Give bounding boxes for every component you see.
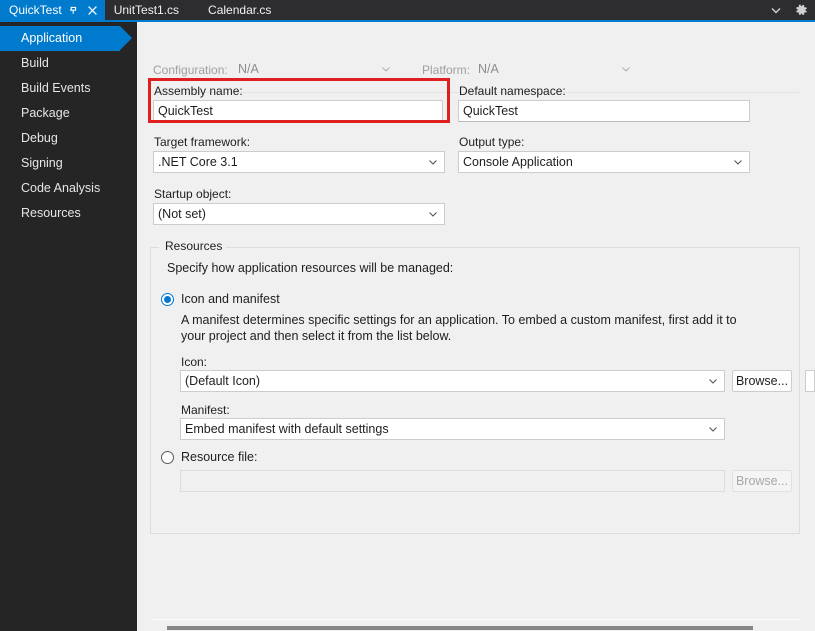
sidebar-item-debug[interactable]: Debug <box>0 126 137 151</box>
sidebar-item-build[interactable]: Build <box>0 51 137 76</box>
icon-browse-button[interactable]: Browse... <box>732 370 792 392</box>
tab-strip-controls <box>768 0 815 20</box>
tab-unittest1-cs[interactable]: UnitTest1.cs <box>104 0 187 20</box>
resource-file-label: Resource file: <box>181 450 258 464</box>
sidebar-item-resources[interactable]: Resources <box>0 201 137 226</box>
tab-quicktest[interactable]: QuickTest <box>0 0 105 20</box>
sidebar-item-application[interactable]: Application <box>0 26 132 51</box>
assembly-name-label: Assembly name: <box>154 84 243 98</box>
chevron-down-icon <box>428 152 438 172</box>
chevron-down-icon <box>708 371 718 391</box>
groupbox-border-left <box>151 247 159 248</box>
target-framework-value: .NET Core 3.1 <box>158 155 238 169</box>
clipped-control-edge <box>805 370 815 392</box>
platform-label: Platform: <box>422 63 471 77</box>
resource-file-input[interactable] <box>180 470 725 492</box>
tab-label: UnitTest1.cs <box>113 3 180 17</box>
target-framework-select[interactable]: .NET Core 3.1 <box>153 151 445 173</box>
radio-icon[interactable] <box>161 451 174 464</box>
horizontal-scrollbar-track[interactable] <box>153 624 799 631</box>
sidebar-item-label: Build <box>21 56 49 70</box>
manifest-select[interactable]: Embed manifest with default settings <box>180 418 725 440</box>
properties-category-sidebar: Application Build Build Events Package D… <box>0 22 137 631</box>
sidebar-item-package[interactable]: Package <box>0 101 137 126</box>
platform-select[interactable]: N/A <box>473 58 638 80</box>
sidebar-item-label: Resources <box>21 206 81 220</box>
tab-label: QuickTest <box>9 3 62 17</box>
configuration-label: Configuration: <box>153 63 228 77</box>
icon-label: Icon: <box>181 355 208 369</box>
editor-tab-strip: QuickTest UnitTest1.cs Calendar.cs <box>0 0 815 20</box>
application-settings-pane: Configuration: N/A Platform: N/A Assembl… <box>137 22 815 631</box>
manifest-label: Manifest: <box>181 403 230 417</box>
sidebar-item-label: Build Events <box>21 81 91 95</box>
sidebar-item-label: Signing <box>21 156 63 170</box>
tab-calendar-cs[interactable]: Calendar.cs <box>186 0 279 20</box>
chevron-down-icon <box>621 59 631 79</box>
bottom-separator <box>153 619 799 620</box>
chevron-down-icon <box>708 419 718 439</box>
configuration-value: N/A <box>238 62 259 76</box>
default-namespace-value: QuickTest <box>463 104 518 118</box>
radio-icon[interactable] <box>161 293 174 306</box>
icon-and-manifest-description: A manifest determines specific settings … <box>181 313 737 343</box>
sidebar-item-label: Application <box>21 31 83 45</box>
output-type-value: Console Application <box>463 155 573 169</box>
horizontal-scrollbar-thumb[interactable] <box>167 626 753 630</box>
icon-and-manifest-label: Icon and manifest <box>181 292 280 306</box>
icon-select[interactable]: (Default Icon) <box>180 370 725 392</box>
output-type-label: Output type: <box>459 135 525 149</box>
resource-file-radio-row[interactable]: Resource file: <box>161 450 257 465</box>
manifest-value: Embed manifest with default settings <box>185 422 389 436</box>
pin-icon[interactable] <box>66 2 81 18</box>
resources-instruction: Specify how application resources will b… <box>167 261 454 275</box>
groupbox-border-right <box>221 247 799 248</box>
sidebar-item-label: Code Analysis <box>21 181 101 195</box>
assembly-name-value: QuickTest <box>158 104 213 118</box>
configuration-select[interactable]: N/A <box>233 58 398 80</box>
chevron-down-icon <box>381 59 391 79</box>
visual-studio-project-properties-window: QuickTest UnitTest1.cs Calendar.cs Appli… <box>0 0 815 631</box>
startup-object-value: (Not set) <box>158 207 206 221</box>
sidebar-item-build-events[interactable]: Build Events <box>0 76 137 101</box>
sidebar-item-code-analysis[interactable]: Code Analysis <box>0 176 137 201</box>
resources-group-title: Resources <box>161 239 227 253</box>
sidebar-item-signing[interactable]: Signing <box>0 151 137 176</box>
default-namespace-input[interactable]: QuickTest <box>458 100 750 122</box>
default-namespace-label: Default namespace: <box>459 84 566 98</box>
startup-object-select[interactable]: (Not set) <box>153 203 445 225</box>
startup-object-label: Startup object: <box>154 187 232 201</box>
icon-and-manifest-radio-row[interactable]: Icon and manifest <box>161 292 280 307</box>
icon-value: (Default Icon) <box>185 374 261 388</box>
chevron-down-icon[interactable] <box>768 2 784 18</box>
close-icon[interactable] <box>85 2 100 18</box>
target-framework-label: Target framework: <box>154 135 251 149</box>
sidebar-item-label: Debug <box>21 131 58 145</box>
output-type-select[interactable]: Console Application <box>458 151 750 173</box>
chevron-down-icon <box>733 152 743 172</box>
chevron-down-icon <box>428 204 438 224</box>
gear-icon[interactable] <box>793 2 809 18</box>
tab-label: Calendar.cs <box>208 3 272 17</box>
assembly-name-input[interactable]: QuickTest <box>153 100 443 122</box>
platform-value: N/A <box>478 62 499 76</box>
resource-file-browse-button[interactable]: Browse... <box>732 470 792 492</box>
sidebar-item-label: Package <box>21 106 70 120</box>
